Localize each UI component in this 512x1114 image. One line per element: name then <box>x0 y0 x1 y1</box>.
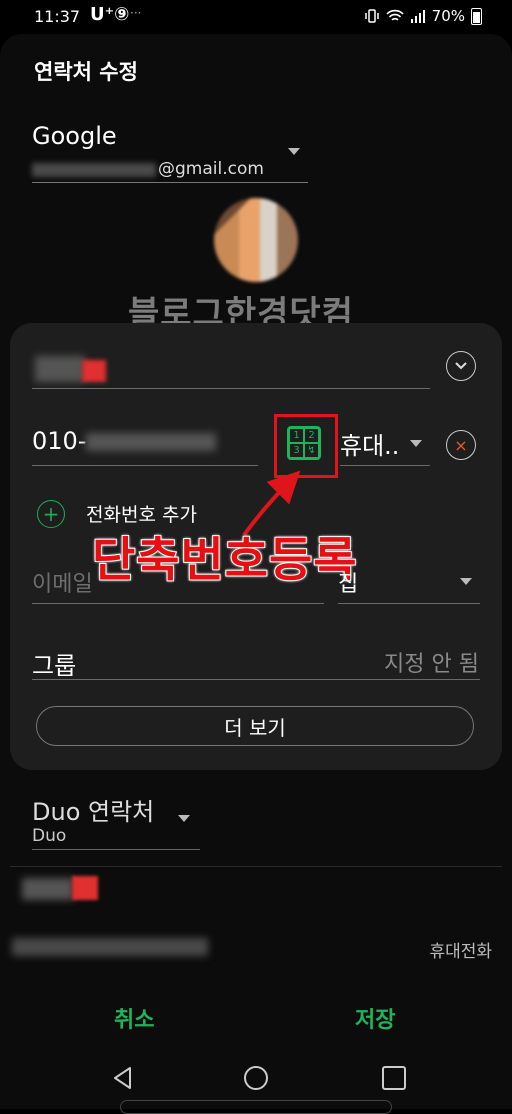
duo-contact-title[interactable]: Duo 연락처 <box>32 792 154 827</box>
gesture-handle[interactable] <box>120 1100 392 1114</box>
account-name[interactable]: Google <box>32 122 117 150</box>
email-type-select[interactable]: 집 <box>338 566 358 598</box>
section-divider <box>10 866 502 867</box>
name-redacted-accent <box>82 360 106 382</box>
account-email: @gmail.com <box>158 159 264 179</box>
battery-icon <box>471 7 482 25</box>
account-underline <box>32 182 308 183</box>
email-underline <box>32 603 324 604</box>
duo-subtitle: Duo <box>32 826 67 846</box>
chevron-down-icon <box>455 362 467 370</box>
group-label[interactable]: 그룹 <box>32 646 76 681</box>
phone-underline <box>32 465 258 466</box>
phone-type-dropdown-icon[interactable] <box>410 440 422 447</box>
linked-contact-name-accent <box>72 876 98 900</box>
carrier-logo: U⁺⑨ <box>90 4 130 25</box>
back-icon[interactable] <box>110 1065 136 1091</box>
vibrate-icon <box>364 9 379 23</box>
name-underline <box>32 388 430 389</box>
contact-photo[interactable] <box>214 198 298 282</box>
status-time: 11:37 <box>34 7 81 26</box>
status-bar: 11:37 U⁺⑨ ··· 70% <box>0 0 512 34</box>
wifi-icon <box>386 9 404 21</box>
signal-icon <box>410 10 425 23</box>
recent-apps-icon[interactable] <box>382 1066 406 1090</box>
add-phone-icon[interactable]: + <box>37 500 65 528</box>
name-redacted[interactable] <box>35 356 85 382</box>
page-title: 연락처 수정 <box>34 60 138 84</box>
linked-contact-name-redacted <box>22 878 74 900</box>
speed-dial-annotation: 단축번호등록 <box>91 532 358 589</box>
battery-percent: 70% <box>431 7 465 25</box>
phone-number-redacted <box>86 433 216 451</box>
duo-underline <box>32 849 200 850</box>
more-notifications-icon: ··· <box>130 6 142 20</box>
email-field[interactable]: 이메일 <box>32 566 93 598</box>
phone-type-select[interactable]: 휴대.. <box>340 426 399 461</box>
group-underline <box>32 679 480 680</box>
save-button[interactable]: 저장 <box>355 1002 395 1034</box>
linked-contact-number-redacted <box>12 938 208 956</box>
expand-name-button[interactable] <box>446 351 476 381</box>
cancel-button[interactable]: 취소 <box>114 1002 154 1034</box>
phone-number-field[interactable]: 010- <box>32 427 86 455</box>
email-type-dropdown-icon[interactable] <box>460 578 472 585</box>
status-right: 70% <box>364 7 482 25</box>
remove-phone-button[interactable]: × <box>446 430 476 460</box>
email-redacted <box>32 163 156 177</box>
email-type-underline <box>338 603 480 604</box>
linked-contact-type: 휴대전화 <box>429 942 492 962</box>
group-value[interactable]: 지정 안 됨 <box>384 646 479 678</box>
home-icon[interactable] <box>244 1066 268 1090</box>
phone-type-underline <box>340 465 430 466</box>
more-button[interactable]: 더 보기 <box>36 706 474 746</box>
duo-dropdown-icon[interactable] <box>178 815 190 822</box>
account-dropdown-icon[interactable] <box>288 148 300 155</box>
